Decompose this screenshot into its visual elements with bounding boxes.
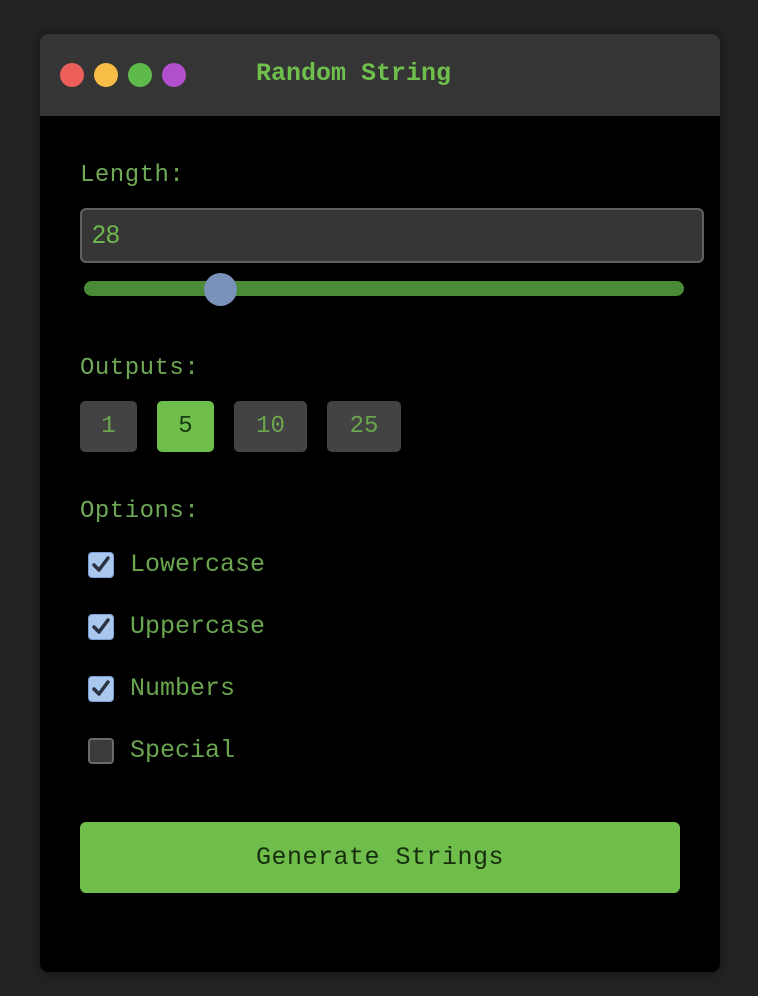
title-bar: Random String [40, 34, 720, 116]
checkmark-icon [92, 618, 110, 634]
checkmark-icon [92, 680, 110, 696]
lowercase-label: Lowercase [130, 550, 266, 579]
length-slider-thumb[interactable] [204, 273, 237, 306]
numbers-label: Numbers [130, 674, 236, 703]
special-checkbox[interactable] [88, 738, 114, 764]
app-window: Random String Length: 28 Outputs: 1 5 10… [40, 34, 720, 972]
generate-strings-button[interactable]: Generate Strings [80, 822, 680, 893]
uppercase-label: Uppercase [130, 612, 266, 641]
output-count-1-button[interactable]: 1 [80, 401, 137, 452]
minimize-window-button[interactable] [94, 63, 118, 87]
output-count-25-button[interactable]: 25 [327, 401, 401, 452]
length-slider-track[interactable] [84, 281, 684, 296]
uppercase-checkbox[interactable] [88, 614, 114, 640]
numbers-checkbox[interactable] [88, 676, 114, 702]
window-title: Random String [256, 59, 452, 88]
checkmark-icon [92, 556, 110, 572]
maximize-window-button[interactable] [128, 63, 152, 87]
special-label: Special [130, 736, 236, 765]
extra-window-button[interactable] [162, 63, 186, 87]
outputs-label: Outputs: [80, 355, 200, 382]
lowercase-checkbox[interactable] [88, 552, 114, 578]
length-input[interactable]: 28 [80, 208, 704, 263]
output-count-5-button[interactable]: 5 [157, 401, 214, 452]
options-label: Options: [80, 498, 200, 525]
output-count-10-button[interactable]: 10 [234, 401, 307, 452]
close-window-button[interactable] [60, 63, 84, 87]
length-label: Length: [80, 162, 185, 189]
